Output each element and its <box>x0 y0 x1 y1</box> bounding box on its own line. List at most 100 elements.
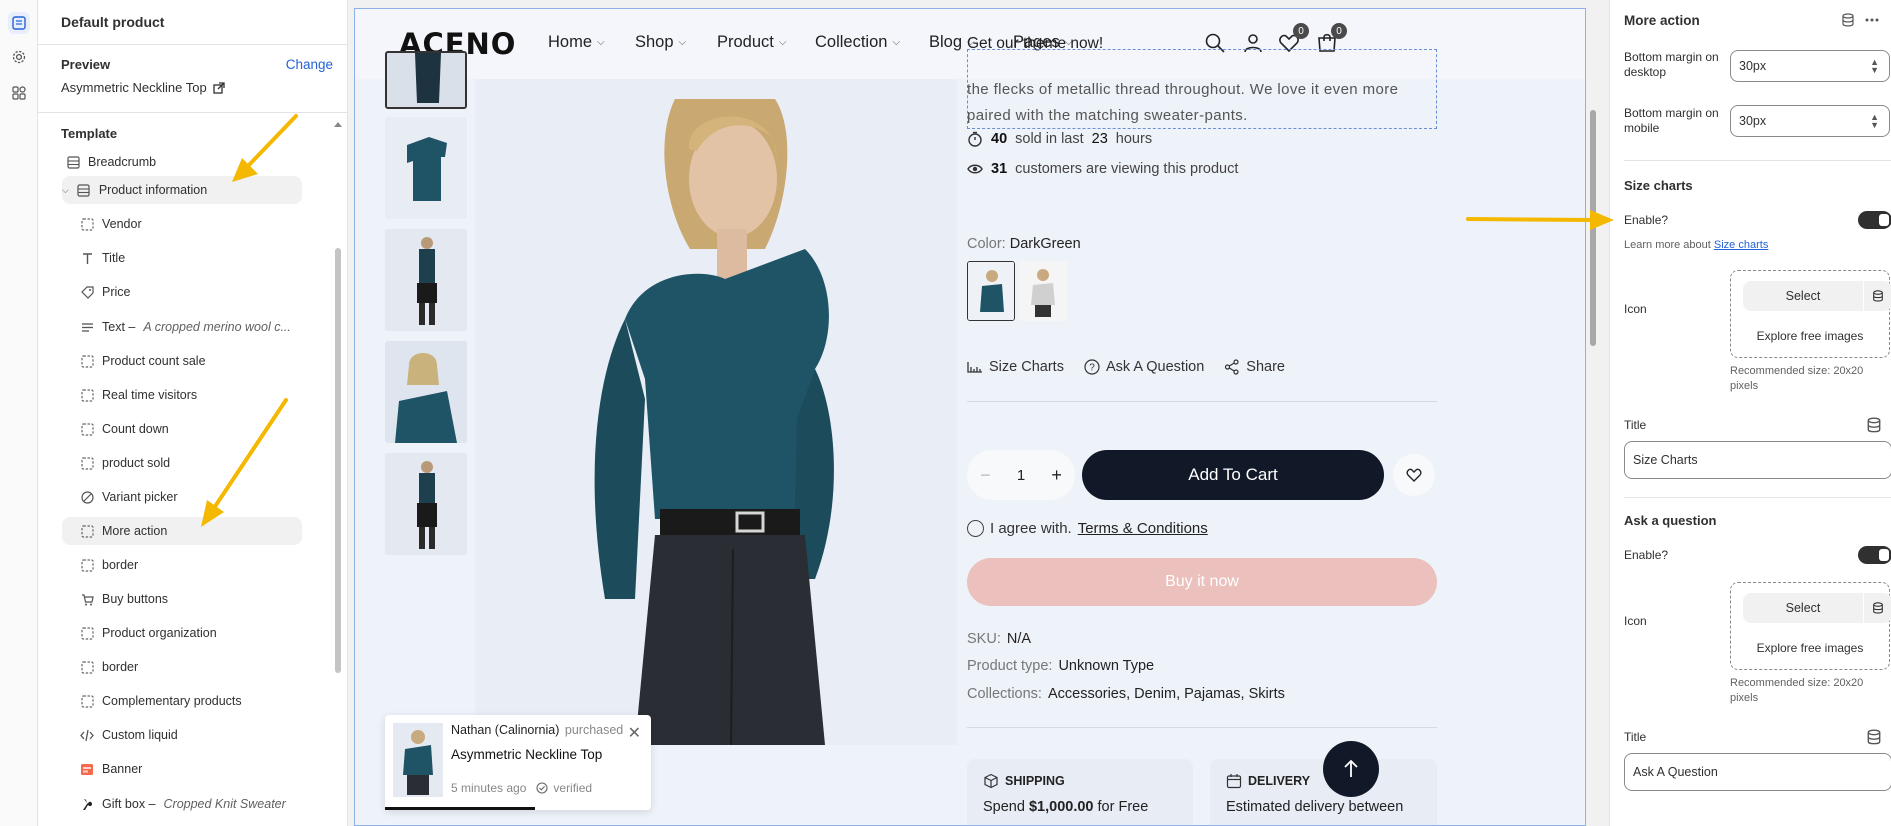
bottom-margin-mobile-label: Bottom margin on mobile <box>1624 106 1719 135</box>
sidebar-item-text[interactable]: Text – A cropped merino wool c... <box>80 313 291 341</box>
size-charts-link[interactable]: Size charts <box>1714 239 1768 251</box>
ask-question-icon-label: Icon <box>1624 614 1647 628</box>
sidebar-item-label: Breadcrumb <box>88 155 157 169</box>
chevron-down-icon[interactable]: ⌵ <box>62 185 69 196</box>
share-icon <box>1225 359 1239 375</box>
database-icon[interactable] <box>1864 593 1891 623</box>
database-icon[interactable] <box>1866 729 1882 745</box>
variant-swatch-alt[interactable] <box>1019 261 1067 321</box>
nav-label: Product <box>717 33 774 51</box>
product-thumbnail[interactable] <box>385 229 467 331</box>
nav-collection[interactable]: Collection ⌵ <box>815 33 900 52</box>
sidebar-item-complementary-products[interactable]: Complementary products <box>80 687 242 715</box>
sidebar-item-banner[interactable]: Banner <box>80 755 142 783</box>
size-charts-icon-picker: Select Explore free images <box>1730 270 1891 358</box>
sidebar-item-border[interactable]: border <box>80 653 138 681</box>
bottom-margin-mobile-select[interactable]: 30px ▲ ▼ <box>1730 105 1890 137</box>
product-thumbnail[interactable] <box>385 51 467 109</box>
preview-scrollbar[interactable] <box>1590 110 1596 346</box>
sidebar-item-border[interactable]: border <box>80 551 138 579</box>
sidebar-item-product-organization[interactable]: Product organization <box>80 619 217 647</box>
size-charts-title-input[interactable]: Size Charts <box>1624 441 1891 479</box>
explore-free-images-link[interactable]: Explore free images <box>1731 329 1889 343</box>
bottom-margin-mobile-value: 30px <box>1739 114 1767 128</box>
back-to-top-button[interactable] <box>1323 741 1379 797</box>
nav-label: Shop <box>635 33 674 51</box>
size-charts-enable-label: Enable? <box>1624 213 1669 227</box>
viewing-count: 31 <box>991 161 1008 177</box>
block-icon <box>80 558 94 572</box>
product-main-image[interactable] <box>475 79 957 745</box>
product-thumbnail[interactable] <box>385 117 467 219</box>
ask-question-title-label: Title <box>1624 730 1647 744</box>
sidebar-item-count-down[interactable]: Count down <box>80 415 169 443</box>
theme-editor: Default product Preview Change Asymmetri… <box>0 0 1891 826</box>
apps-icon[interactable] <box>8 82 30 104</box>
scroll-up-icon[interactable] <box>333 120 343 128</box>
sidebar-item-breadcrumb[interactable]: Breadcrumb <box>66 148 156 176</box>
sidebar-scrollbar[interactable] <box>335 248 341 673</box>
terms-agreement[interactable]: I agree with. Terms & Conditions <box>967 520 1208 537</box>
nav-product[interactable]: Product ⌵ <box>717 33 786 52</box>
add-to-cart-button[interactable]: Add To Cart <box>1082 450 1384 500</box>
buy-now-button[interactable]: Buy it now <box>967 558 1437 606</box>
block-icon <box>80 422 94 436</box>
page-title: Default product <box>61 14 165 30</box>
ask-question-toggle[interactable] <box>1858 546 1891 564</box>
share-action[interactable]: Share <box>1224 359 1285 375</box>
popup-verified-text: verified <box>553 781 593 795</box>
sidebar-item-more-action[interactable]: More action <box>62 517 302 545</box>
sku-label: SKU: <box>967 631 1001 647</box>
increase-quantity-button[interactable]: + <box>1051 465 1062 486</box>
size-charts-action[interactable]: Size Charts <box>967 359 1064 375</box>
sidebar-item-product-sold[interactable]: product sold <box>80 449 170 477</box>
gear-icon[interactable] <box>8 46 30 68</box>
variant-swatch-darkgreen[interactable] <box>967 261 1015 321</box>
sidebar-item-title[interactable]: Title <box>80 244 125 272</box>
close-icon[interactable]: ✕ <box>628 723 641 743</box>
sidebar-item-real-time-visitors[interactable]: Real time visitors <box>80 381 197 409</box>
sidebar-item-vendor[interactable]: Vendor <box>80 210 142 238</box>
quantity-stepper[interactable]: − 1 + <box>967 450 1075 500</box>
ask-question-select-button[interactable]: Select <box>1743 593 1863 623</box>
popup-product-title[interactable]: Asymmetric Neckline Top <box>451 747 602 762</box>
explore-free-images-link[interactable]: Explore free images <box>1731 641 1889 655</box>
sidebar-item-custom-liquid[interactable]: Custom liquid <box>80 721 178 749</box>
box-icon <box>984 773 998 789</box>
size-charts-toggle[interactable] <box>1858 211 1891 229</box>
svg-text:?: ? <box>1089 363 1095 374</box>
popup-time: 5 minutes ago <box>451 781 527 795</box>
product-thumbnail[interactable] <box>385 341 467 443</box>
terms-link[interactable]: Terms & Conditions <box>1078 520 1208 537</box>
section-icon <box>66 155 80 169</box>
database-icon[interactable] <box>1866 417 1882 433</box>
ask-question-title-input[interactable]: Ask A Question <box>1624 753 1891 791</box>
preview-product[interactable]: Asymmetric Neckline Top <box>61 80 225 95</box>
sidebar-item-gift-box[interactable]: Gift box – Cropped Knit Sweater <box>80 790 286 818</box>
bottom-margin-desktop-select[interactable]: 30px ▲ ▼ <box>1730 50 1890 82</box>
sidebar-item-product-count-sale[interactable]: Product count sale <box>80 347 206 375</box>
sidebar-item-price[interactable]: Price <box>80 278 130 306</box>
ask-question-action[interactable]: ? Ask A Question <box>1084 359 1204 375</box>
text-icon <box>80 251 94 265</box>
agree-checkbox[interactable] <box>967 520 984 537</box>
recent-purchase-popup[interactable]: Nathan (Calinornia) purchased Asymmetric… <box>385 715 651 810</box>
nav-shop[interactable]: Shop ⌵ <box>635 33 686 52</box>
section-icon <box>77 183 91 197</box>
sidebar-item-product-information[interactable]: ⌵ Product information <box>62 176 302 204</box>
sidebar-item-buy-buttons[interactable]: Buy buttons <box>80 585 168 613</box>
nav-label: Blog <box>929 33 963 51</box>
sections-icon[interactable] <box>8 12 30 34</box>
nav-home[interactable]: Home ⌵ <box>548 33 605 52</box>
database-icon[interactable] <box>1840 12 1856 28</box>
size-charts-help: Learn more about Size charts <box>1624 239 1768 251</box>
more-options-icon[interactable] <box>1864 12 1880 28</box>
add-to-wishlist-button[interactable] <box>1393 454 1435 496</box>
database-icon[interactable] <box>1864 281 1891 311</box>
sidebar-item-variant-picker[interactable]: Variant picker <box>80 483 178 511</box>
divider <box>38 112 347 113</box>
change-preview-link[interactable]: Change <box>286 57 333 72</box>
decrease-quantity-button[interactable]: − <box>980 465 991 486</box>
size-charts-select-button[interactable]: Select <box>1743 281 1863 311</box>
product-thumbnail[interactable] <box>385 453 467 555</box>
